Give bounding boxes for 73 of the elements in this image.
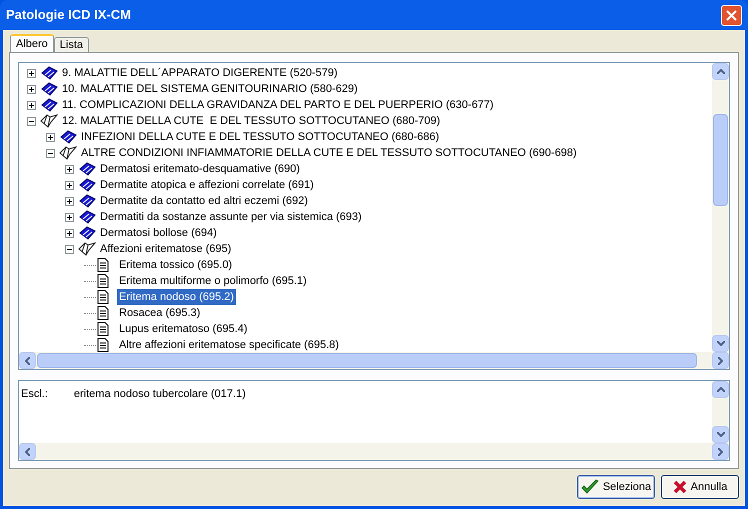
scroll-left-icon[interactable] — [19, 352, 36, 369]
scroll-down-icon[interactable] — [712, 335, 729, 352]
horizontal-scrollbar[interactable] — [19, 352, 729, 369]
expand-toggle[interactable] — [65, 164, 74, 174]
collapse-toggle[interactable] — [46, 148, 55, 158]
scroll-right-icon[interactable] — [712, 352, 729, 369]
expand-toggle[interactable] — [65, 196, 74, 206]
tree-item[interactable]: 11. COMPLICAZIONI DELLA GRAVIDANZA DEL PARTO E DEL PUERPERIO (630-677) — [60, 97, 496, 113]
book-icon — [78, 210, 96, 224]
exclusion-label: Escl.: — [21, 387, 48, 402]
horizontal-scrollbar[interactable] — [19, 443, 729, 460]
close-button[interactable] — [721, 4, 742, 26]
document-icon — [97, 322, 109, 336]
book-icon — [40, 66, 58, 80]
tree-item[interactable]: Dermatite atopica e affezioni correlate (691) — [98, 177, 316, 193]
open-book-icon — [40, 114, 58, 128]
tree-item[interactable]: Lupus eritematoso (695.4) — [117, 321, 250, 337]
expand-toggle[interactable] — [27, 84, 36, 94]
vertical-scrollbar[interactable] — [712, 63, 729, 352]
tree-item[interactable]: Rosacea (695.3) — [117, 305, 202, 321]
scroll-down-icon[interactable] — [712, 426, 729, 443]
document-icon — [97, 290, 109, 304]
vertical-scrollbar[interactable] — [712, 381, 729, 443]
tab[interactable]: Lista — [54, 37, 90, 52]
expand-toggle[interactable] — [27, 68, 36, 78]
expand-toggle[interactable] — [27, 100, 36, 110]
scroll-thumb[interactable] — [713, 114, 728, 206]
collapse-toggle[interactable] — [65, 244, 74, 254]
window-title: Patologie ICD IX-CM — [6, 6, 131, 24]
tree-item[interactable]: 12. MALATTIE DELLA CUTE E DEL TESSUTO SOTTOCUTANEO (680-709) — [60, 113, 442, 129]
expand-toggle[interactable] — [65, 228, 74, 238]
book-icon — [40, 82, 58, 96]
tab[interactable]: Albero — [10, 34, 54, 52]
tree-item[interactable]: ALTRE CONDIZIONI INFIAMMATORIE DELLA CUTE E DEL TESSUTO SOTTOCUTANEO (690-698) — [79, 145, 579, 161]
tree-item[interactable]: INFEZIONI DELLA CUTE E DEL TESSUTO SOTTOCUTANEO (680-686) — [79, 129, 442, 145]
scroll-up-icon[interactable] — [712, 63, 729, 80]
expand-toggle[interactable] — [46, 132, 55, 142]
book-icon — [78, 162, 96, 176]
tree-item[interactable]: 10. MALATTIE DEL SISTEMA GENITOURINARIO (580-629) — [60, 81, 360, 97]
scroll-up-icon[interactable] — [712, 381, 729, 398]
checkmark-icon — [580, 479, 599, 495]
document-icon — [97, 258, 109, 272]
close-icon — [726, 10, 737, 20]
tree-item[interactable]: Affezioni eritematose (695) — [98, 241, 234, 257]
document-icon — [97, 338, 109, 352]
exclusion-text: eritema nodoso tubercolare (017.1) — [74, 387, 246, 402]
cross-icon — [672, 480, 687, 494]
cancel-button[interactable]: Annulla — [661, 475, 739, 499]
tree-item[interactable]: Eritema multiforme o polimorfo (695.1) — [117, 273, 309, 289]
scroll-left-icon[interactable] — [19, 443, 36, 460]
select-button[interactable]: Seleziona — [577, 475, 655, 499]
tree-item[interactable]: Dermatite da contatto ed altri eczemi (692) — [98, 193, 310, 209]
book-icon — [59, 130, 77, 144]
open-book-icon — [59, 146, 77, 160]
book-icon — [40, 98, 58, 112]
tree-item[interactable]: Dermatosi bollose (694) — [98, 225, 219, 241]
open-book-icon — [78, 242, 96, 256]
document-icon — [97, 306, 109, 320]
book-icon — [78, 178, 96, 192]
tree-item[interactable]: Eritema tossico (695.0) — [117, 257, 234, 273]
expand-toggle[interactable] — [65, 212, 74, 222]
tree-item[interactable]: Dermatosi eritemato-desquamative (690) — [98, 161, 302, 177]
tree-item[interactable]: 9. MALATTIE DELL´APPARATO DIGERENTE (520-579) — [60, 65, 340, 81]
collapse-toggle[interactable] — [27, 116, 36, 126]
book-icon — [78, 226, 96, 240]
scroll-right-icon[interactable] — [712, 443, 729, 460]
tree-item[interactable]: Eritema nodoso (695.2) — [117, 289, 236, 305]
scroll-thumb[interactable] — [37, 353, 697, 368]
document-icon — [97, 274, 109, 288]
expand-toggle[interactable] — [65, 180, 74, 190]
tree-item[interactable]: Altre affezioni eritematose specificate (695.8) — [117, 337, 341, 352]
tree-item[interactable]: Dermatiti da sostanze assunte per via sistemica (693) — [98, 209, 364, 225]
book-icon — [78, 194, 96, 208]
